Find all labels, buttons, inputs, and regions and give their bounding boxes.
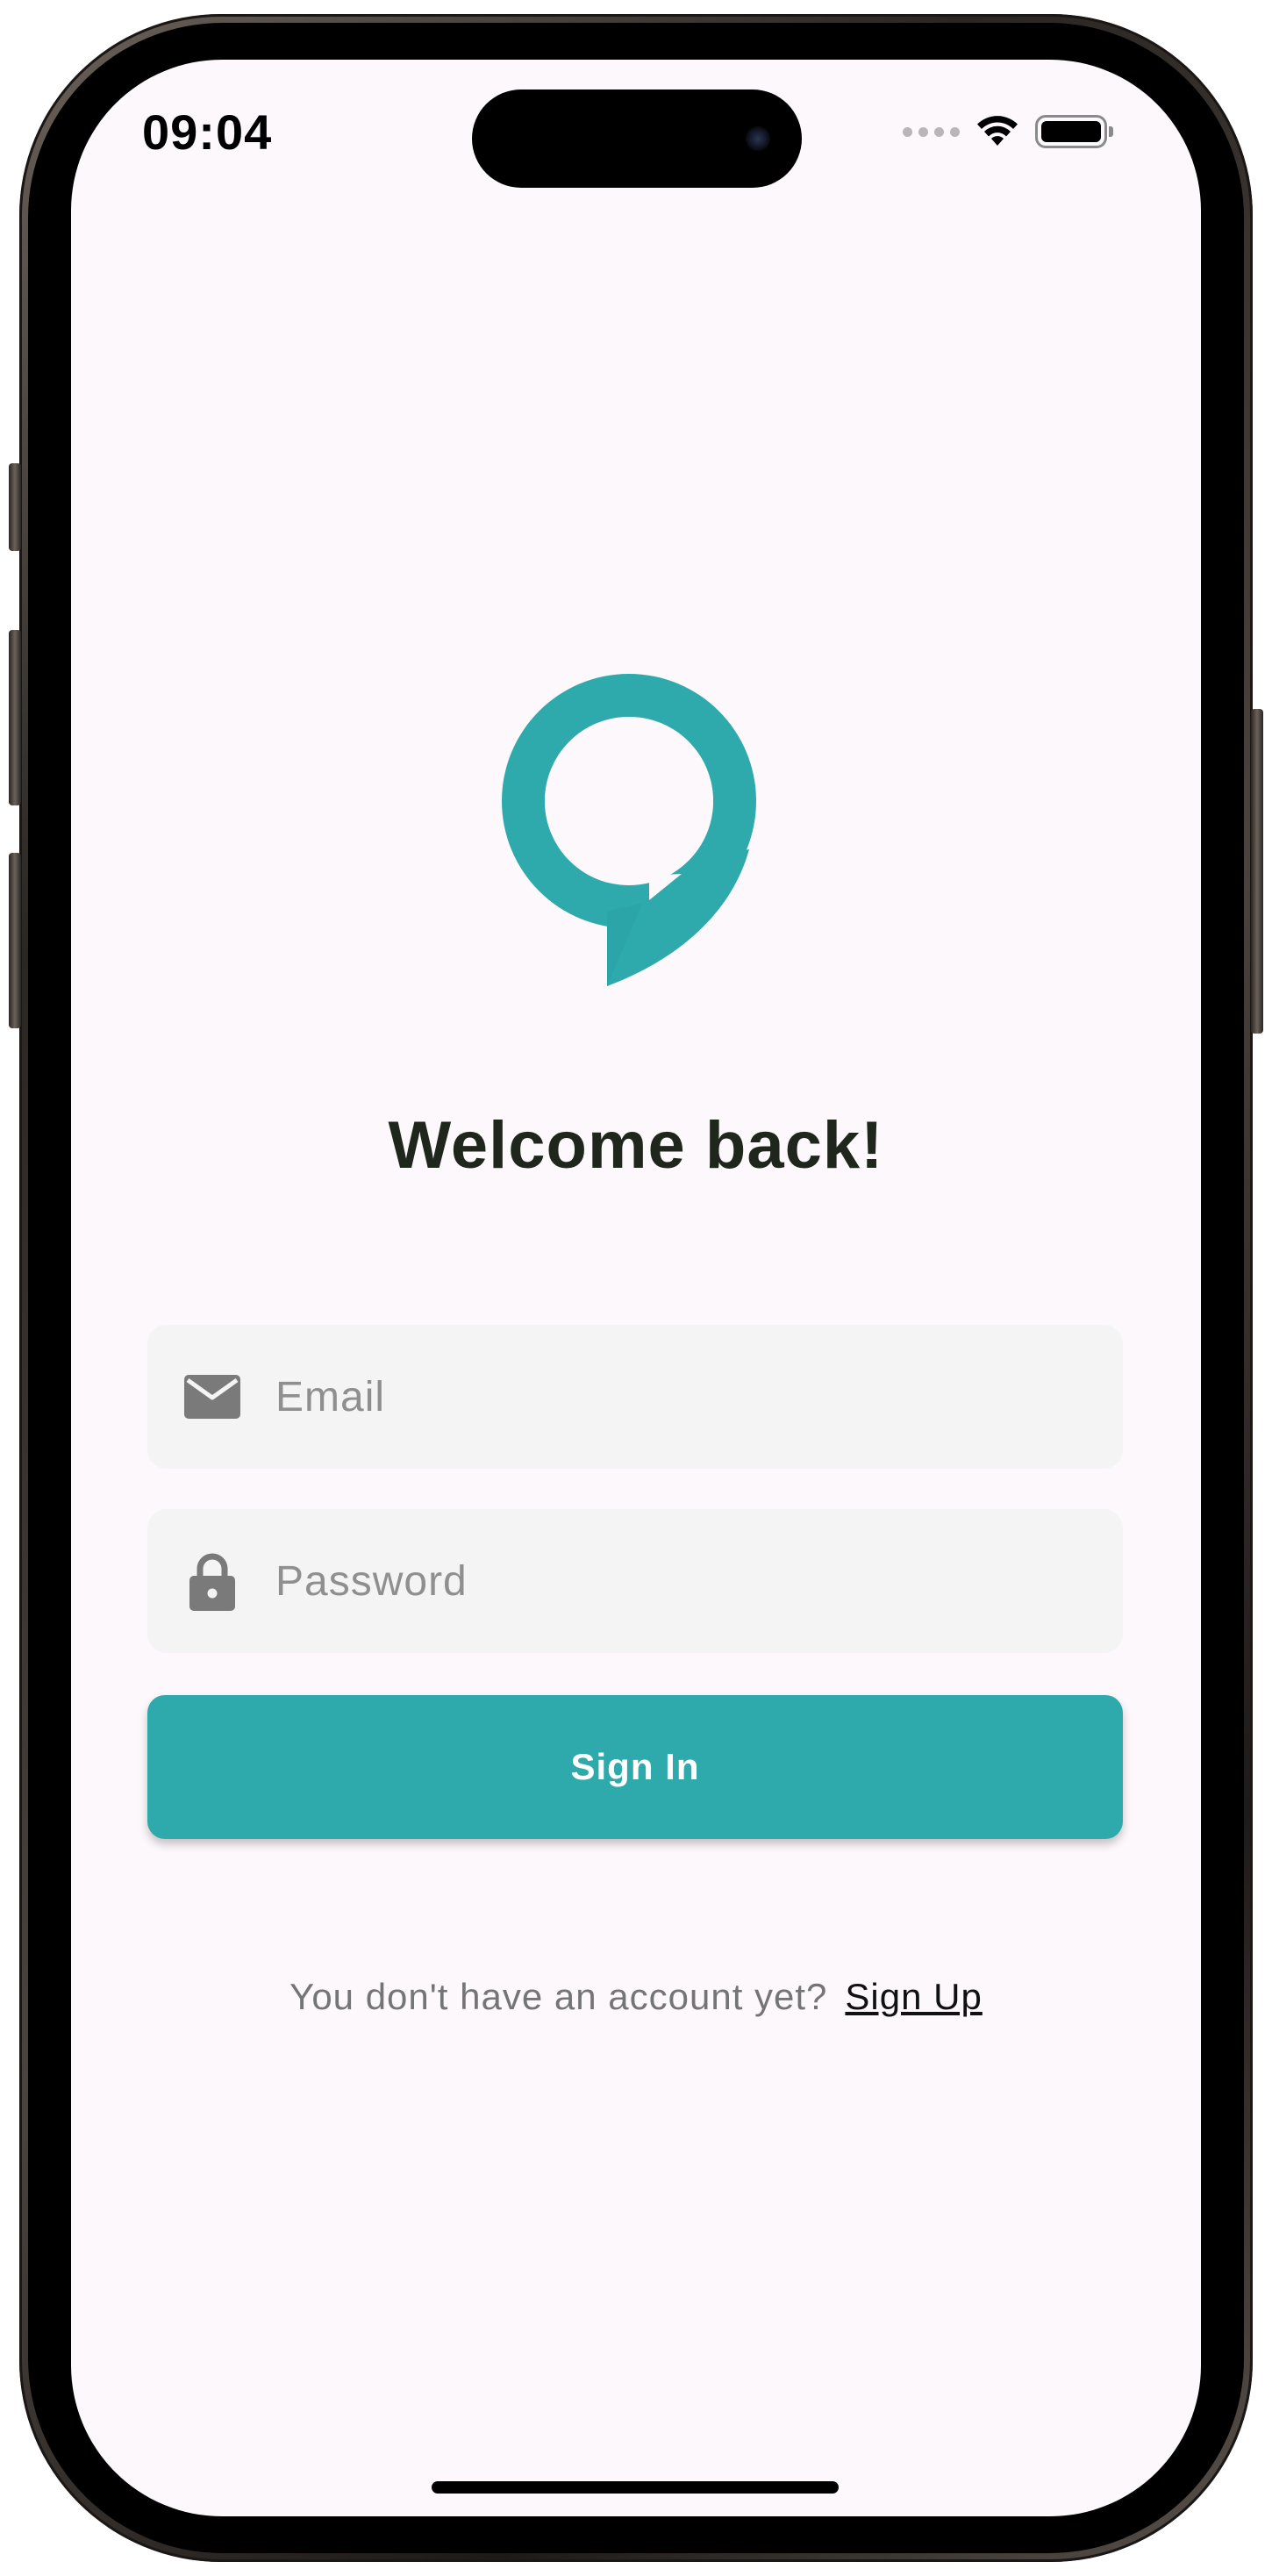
volume-up-button [9, 630, 21, 805]
wifi-icon [977, 116, 1018, 146]
power-button [1251, 709, 1263, 1034]
battery-icon [1035, 115, 1113, 148]
email-field[interactable] [147, 1325, 1123, 1469]
cellular-signal-icon [903, 126, 960, 137]
status-time: 09:04 [142, 104, 273, 160]
signup-prompt: You don't have an account yet? [289, 1976, 828, 2017]
screen [71, 60, 1201, 2516]
status-indicators [903, 114, 1113, 149]
sign-up-link[interactable]: Sign Up [845, 1976, 982, 2017]
welcome-title: Welcome back! [388, 1108, 884, 1183]
signup-row: You don't have an account yet? Sign Up [0, 1976, 1272, 2018]
front-camera-icon [746, 126, 770, 151]
volume-down-button [9, 853, 21, 1028]
home-indicator[interactable] [432, 2481, 839, 2494]
password-input[interactable] [274, 1556, 1067, 1606]
lock-icon [184, 1553, 240, 1611]
dynamic-island [472, 89, 802, 188]
envelope-icon [184, 1369, 240, 1425]
sign-in-button[interactable]: Sign In [147, 1695, 1123, 1839]
action-button [9, 463, 21, 551]
chat-bubble-logo [502, 674, 756, 986]
password-field[interactable] [147, 1509, 1123, 1653]
email-input[interactable] [274, 1371, 1067, 1422]
